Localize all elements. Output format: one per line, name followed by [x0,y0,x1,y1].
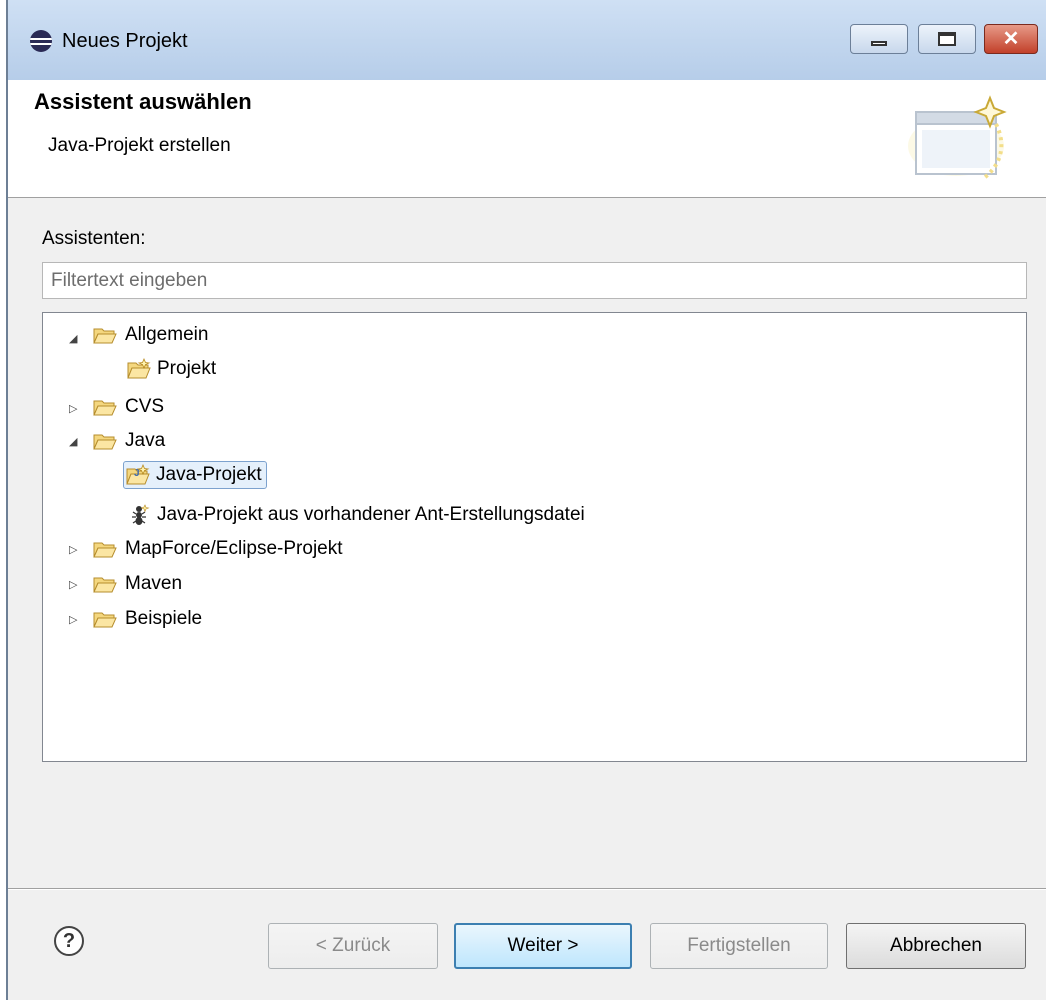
tree-label: Maven [125,573,183,594]
page-description: Java-Projekt erstellen [48,135,231,156]
tree-label: Projekt [157,358,217,379]
open-folder-icon [93,434,117,450]
eclipse-icon [30,30,52,52]
minimize-icon [871,41,887,46]
title-bar[interactable]: Neues Projekt ✕ [8,0,1046,81]
selection-highlight[interactable]: J Java-Projekt [123,461,267,489]
tree-node-cvs[interactable]: CVS [93,391,164,423]
collapsed-arrow-icon[interactable]: ▷ [69,543,83,557]
tree-node-maven[interactable]: Maven [93,568,182,600]
project-wizard-icon [127,358,151,379]
collapsed-arrow-icon[interactable]: ▷ [69,578,83,592]
collapsed-arrow-icon[interactable]: ▷ [69,402,83,416]
tree-node-projekt[interactable]: Projekt [127,353,216,385]
wizard-header: Assistent auswählen Java-Projekt erstell… [8,80,1046,198]
footer-separator [8,888,1046,890]
tree-label: CVS [125,396,165,417]
open-folder-icon [93,577,117,593]
ant-icon [132,504,150,525]
tree-node-java[interactable]: Java [93,425,165,457]
tree-node-java-projekt-ant[interactable]: Java-Projekt aus vorhandener Ant-Erstell… [127,499,585,531]
open-folder-icon [93,328,117,344]
wizard-tree[interactable]: ◢ Allgemein Projekt ▷ CVS ◢ Java J Java-… [42,312,1027,762]
new-wizard-banner-icon [908,95,1007,180]
tree-node-allgemein[interactable]: Allgemein [93,319,208,351]
collapsed-arrow-icon[interactable]: ▷ [69,613,83,627]
next-button[interactable]: Weiter > [454,923,632,969]
close-button[interactable]: ✕ [984,24,1038,54]
tree-label: Java [125,430,166,451]
finish-button[interactable]: Fertigstellen [650,923,828,969]
minimize-button[interactable] [850,24,908,54]
filter-input[interactable] [42,262,1027,299]
open-folder-icon [93,400,117,416]
open-folder-icon [93,542,117,558]
maximize-icon [938,32,956,46]
tree-node-beispiele[interactable]: Beispiele [93,603,202,635]
tree-node-java-projekt[interactable]: J Java-Projekt [123,459,267,491]
window-title: Neues Projekt [62,30,188,52]
open-folder-icon [93,612,117,628]
close-icon: ✕ [1002,28,1020,50]
expanded-arrow-icon[interactable]: ◢ [69,332,83,346]
tree-label: Java-Projekt aus vorhandener Ant-Erstell… [157,504,585,525]
back-button[interactable]: < Zurück [268,923,438,969]
help-icon[interactable]: ? [54,926,84,956]
dialog-window: Neues Projekt ✕ Assistent auswählen Java… [6,0,1046,1000]
tree-node-mapforce[interactable]: MapForce/Eclipse-Projekt [93,533,343,565]
java-project-wizard-icon: J [126,464,150,485]
page-title: Assistent auswählen [34,89,252,114]
expanded-arrow-icon[interactable]: ◢ [69,435,83,449]
cancel-button[interactable]: Abbrechen [846,923,1026,969]
tree-label: Allgemein [125,324,209,345]
tree-label: Beispiele [125,608,203,629]
maximize-button[interactable] [918,24,976,54]
tree-label: MapForce/Eclipse-Projekt [125,538,343,559]
tree-label: Java-Projekt [156,464,262,485]
wizards-label: Assistenten: [42,228,146,249]
